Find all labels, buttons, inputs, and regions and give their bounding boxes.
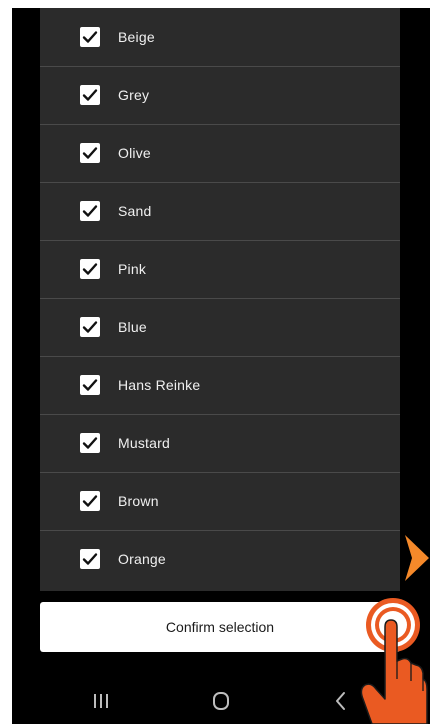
confirm-selection-button[interactable]: Confirm selection bbox=[40, 602, 400, 652]
list-item-pink[interactable]: Pink bbox=[40, 240, 400, 298]
checkbox-checked-icon[interactable] bbox=[80, 27, 100, 47]
list-item-mustard[interactable]: Mustard bbox=[40, 414, 400, 472]
checkbox-checked-icon[interactable] bbox=[80, 259, 100, 279]
home-icon[interactable] bbox=[206, 688, 236, 714]
list-item-label: Sand bbox=[118, 203, 152, 219]
checkbox-checked-icon[interactable] bbox=[80, 549, 100, 569]
list-item-beige[interactable]: Beige bbox=[40, 8, 400, 66]
list-item-label: Blue bbox=[118, 319, 147, 335]
list-item-blue[interactable]: Blue bbox=[40, 298, 400, 356]
checkbox-checked-icon[interactable] bbox=[80, 375, 100, 395]
tap-hand-icon bbox=[356, 595, 430, 724]
phone-screen: Beige Grey Olive Sand Pink Blue Hans Rei… bbox=[12, 8, 430, 724]
list-item-sand[interactable]: Sand bbox=[40, 182, 400, 240]
list-item-label: Mustard bbox=[118, 435, 170, 451]
checkbox-checked-icon[interactable] bbox=[80, 317, 100, 337]
list-item-hans-reinke[interactable]: Hans Reinke bbox=[40, 356, 400, 414]
pointer-arrow-icon bbox=[404, 534, 430, 582]
list-item-label: Grey bbox=[118, 87, 150, 103]
list-item-brown[interactable]: Brown bbox=[40, 472, 400, 530]
list-item-label: Pink bbox=[118, 261, 147, 277]
checkbox-checked-icon[interactable] bbox=[80, 201, 100, 221]
recent-apps-icon[interactable] bbox=[86, 688, 116, 714]
list-item-label: Orange bbox=[118, 551, 166, 567]
checkbox-checked-icon[interactable] bbox=[80, 491, 100, 511]
list-item-olive[interactable]: Olive bbox=[40, 124, 400, 182]
list-item-label: Beige bbox=[118, 29, 155, 45]
list-item-label: Hans Reinke bbox=[118, 377, 201, 393]
list-item-label: Brown bbox=[118, 493, 159, 509]
list-item-label: Olive bbox=[118, 145, 151, 161]
checkbox-checked-icon[interactable] bbox=[80, 143, 100, 163]
back-icon[interactable] bbox=[326, 688, 356, 714]
checkbox-checked-icon[interactable] bbox=[80, 433, 100, 453]
checkbox-checked-icon[interactable] bbox=[80, 85, 100, 105]
list-item-orange[interactable]: Orange bbox=[40, 530, 400, 588]
list-item-grey[interactable]: Grey bbox=[40, 66, 400, 124]
color-options-list: Beige Grey Olive Sand Pink Blue Hans Rei… bbox=[40, 8, 400, 591]
